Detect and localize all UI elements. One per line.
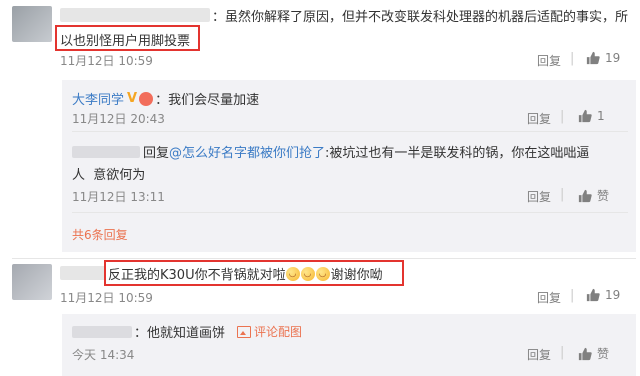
like-button[interactable]: 19 [586,288,620,302]
reply-time: 今天 14:34 [72,348,135,362]
reply-button[interactable]: 回复 [537,289,561,306]
divider: | [560,187,565,202]
like-button[interactable]: 1 [578,109,605,123]
like-label: 赞 [597,189,610,203]
comment-text: ：虽然你解释了原因，但并不改变联发科处理器的机器后适配的事实，所 [212,10,629,25]
like-button[interactable]: 赞 [578,345,609,362]
image-icon [237,325,252,338]
reply-username-blurred[interactable] [72,326,132,338]
thumb-up-icon [578,347,592,360]
reply-text: :被坑过也有一半是联发科的锅，你在这咄咄逼 [325,146,590,161]
avatar[interactable] [12,264,52,300]
reply-username-blurred[interactable] [72,146,140,158]
reply-button[interactable]: 回复 [527,110,551,127]
divider: | [570,51,575,66]
reply-divider [72,212,628,213]
reply-text: ：我们会尽量加速 [155,93,260,108]
comment-time: 11月12日 10:59 [60,54,153,68]
username-blurred[interactable] [60,266,106,280]
comment-time: 11月12日 10:59 [60,291,153,305]
reply-button[interactable]: 回复 [527,188,551,205]
thumb-up-icon [578,189,592,202]
reply-text: ：他就知道画饼 [134,326,226,341]
member-badge-icon [139,91,154,106]
verified-v-icon: V [127,91,138,106]
comment-divider [12,258,636,259]
like-count: 19 [605,288,621,302]
avatar[interactable] [12,6,52,42]
like-count: 19 [605,51,621,65]
thumb-up-icon [578,109,592,123]
reply-item: ：他就知道画饼 评论配图 [134,322,302,341]
reply-button[interactable]: 回复 [537,52,561,69]
divider: | [570,288,575,303]
thumb-up-icon [586,288,600,302]
highlight-box [104,260,404,286]
reply-username[interactable]: 大李同学 [72,89,124,108]
like-label: 赞 [597,347,610,361]
image-link[interactable]: 评论配图 [254,323,302,340]
thumb-up-icon [586,51,600,65]
divider: | [560,109,565,124]
reply-time: 11月12日 20:43 [72,112,165,126]
reply-item: 回复@怎么好名字都被你们抢了:被坑过也有一半是联发科的锅，你在这咄咄逼 [143,142,589,161]
like-count: 1 [597,109,605,123]
divider: | [560,345,565,360]
reply-divider [72,131,628,132]
reply-time: 11月12日 13:11 [72,190,165,204]
reply-prefix: 回复 [143,146,170,161]
reply-item: 大李同学 V ：我们会尽量加速 [72,89,259,108]
like-button[interactable]: 19 [586,51,620,65]
mention-link[interactable]: @怎么好名字都被你们抢了 [169,146,325,161]
highlight-box [55,25,200,51]
like-button[interactable]: 赞 [578,187,609,204]
reply-button[interactable]: 回复 [527,346,551,363]
more-replies-link[interactable]: 共6条回复 [72,226,128,243]
reply-text-line2: 人 意欲何为 [72,168,146,183]
username-blurred[interactable] [60,8,210,22]
